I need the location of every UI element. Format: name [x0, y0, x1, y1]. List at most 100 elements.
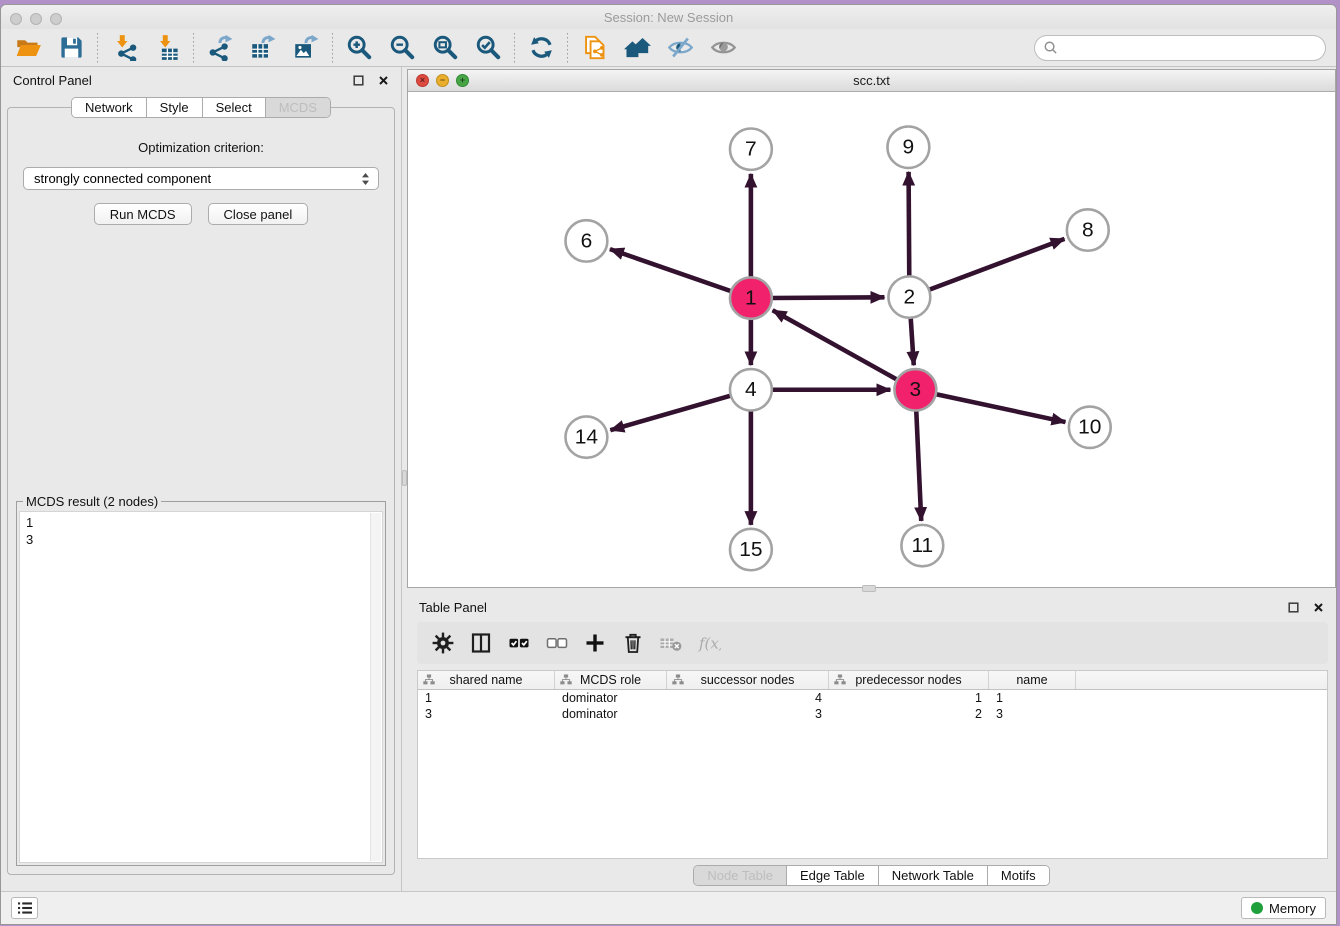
horizontal-splitter[interactable]	[407, 588, 1336, 594]
node-6[interactable]: 6	[565, 220, 607, 261]
node-7[interactable]: 7	[730, 128, 772, 169]
node-1[interactable]: 1	[730, 277, 772, 318]
table-cell[interactable]: 3	[418, 706, 555, 722]
node-10[interactable]: 10	[1069, 407, 1111, 448]
column-header-shared-name[interactable]: shared name	[418, 671, 555, 689]
table-cell[interactable]: 2	[829, 706, 989, 722]
tab-style[interactable]: Style	[147, 98, 203, 117]
zoom-selected-icon[interactable]	[471, 33, 505, 63]
node-11[interactable]: 11	[901, 525, 943, 566]
column-header-MCDS-role[interactable]: MCDS role	[555, 671, 667, 689]
column-header-predecessor-nodes[interactable]: predecessor nodes	[829, 671, 989, 689]
edge-1-6[interactable]	[610, 249, 733, 292]
home-layout-icon[interactable]	[620, 33, 654, 63]
maximize-network-button[interactable]: +	[456, 74, 469, 87]
close-panel-icon[interactable]	[378, 75, 389, 86]
maximize-window-button[interactable]	[50, 13, 62, 25]
save-session-icon[interactable]	[54, 33, 88, 63]
task-history-button[interactable]	[11, 897, 38, 919]
node-9[interactable]: 9	[887, 127, 929, 168]
criterion-select[interactable]: strongly connected component	[23, 167, 379, 190]
edge-2-8[interactable]	[927, 239, 1064, 291]
float-panel-icon[interactable]	[353, 75, 364, 86]
edge-3-11[interactable]	[916, 409, 921, 521]
export-image-icon[interactable]	[289, 33, 323, 63]
open-file-icon[interactable]	[11, 33, 45, 63]
duplicate-network-icon[interactable]	[577, 33, 611, 63]
zoom-out-icon[interactable]	[385, 33, 419, 63]
close-panel-button[interactable]: Close panel	[208, 203, 309, 225]
export-table-icon[interactable]	[246, 33, 280, 63]
tab-node-table[interactable]: Node Table	[694, 866, 787, 885]
node-4[interactable]: 4	[730, 369, 772, 410]
tab-motifs[interactable]: Motifs	[988, 866, 1049, 885]
table-cell[interactable]: 3	[989, 706, 1076, 722]
node-3[interactable]: 3	[894, 369, 936, 410]
close-window-button[interactable]	[10, 13, 22, 25]
column-header-name[interactable]: name	[989, 671, 1076, 689]
column-header-successor-nodes[interactable]: successor nodes	[667, 671, 829, 689]
search-input[interactable]	[1063, 40, 1317, 55]
tab-select[interactable]: Select	[203, 98, 266, 117]
tab-network-table[interactable]: Network Table	[879, 866, 988, 885]
node-15[interactable]: 15	[730, 529, 772, 570]
table-cell[interactable]: 4	[667, 690, 829, 706]
add-column-icon[interactable]	[581, 630, 608, 657]
horizontal-splitter-handle[interactable]	[862, 585, 876, 592]
close-table-panel-icon[interactable]	[1313, 602, 1324, 613]
export-network-icon[interactable]	[203, 33, 237, 63]
table-tabs: Node TableEdge TableNetwork TableMotifs	[693, 865, 1049, 886]
svg-text:8: 8	[1082, 219, 1094, 242]
svg-text:10: 10	[1078, 416, 1101, 439]
window-title: Session: New Session	[604, 10, 733, 25]
network-window-titlebar: × − + scc.txt	[408, 70, 1335, 92]
import-network-icon[interactable]	[107, 33, 141, 63]
edge-3-1[interactable]	[773, 310, 899, 380]
tab-network[interactable]: Network	[72, 98, 147, 117]
control-panel: Control Panel NetworkStyleSelectMCDS Opt…	[1, 67, 401, 891]
settings-gear-icon[interactable]	[429, 630, 456, 657]
search-field[interactable]	[1034, 35, 1326, 61]
node-2[interactable]: 2	[888, 276, 930, 317]
minimize-window-button[interactable]	[30, 13, 42, 25]
run-mcds-button[interactable]: Run MCDS	[94, 203, 192, 225]
select-all-columns-icon[interactable]	[505, 630, 532, 657]
unselect-all-columns-icon[interactable]	[543, 630, 570, 657]
import-table-icon[interactable]	[150, 33, 184, 63]
zoom-in-icon[interactable]	[342, 33, 376, 63]
table-row[interactable]: 3dominator323	[418, 706, 1327, 722]
tab-edge-table[interactable]: Edge Table	[787, 866, 879, 885]
table-cell[interactable]: dominator	[555, 706, 667, 722]
table-cell[interactable]: 1	[829, 690, 989, 706]
memory-button[interactable]: Memory	[1241, 897, 1326, 919]
float-table-panel-icon[interactable]	[1288, 602, 1299, 613]
mcds-result-values: 1 3	[20, 512, 382, 550]
refresh-icon[interactable]	[524, 33, 558, 63]
table-row[interactable]: 1dominator411	[418, 690, 1327, 706]
table-cell[interactable]: 3	[667, 706, 829, 722]
minimize-network-button[interactable]: −	[436, 74, 449, 87]
result-scrollbar[interactable]	[370, 513, 381, 861]
node-14[interactable]: 14	[565, 416, 607, 457]
node-8[interactable]: 8	[1067, 209, 1109, 250]
edge-3-10[interactable]	[934, 394, 1066, 422]
delete-column-icon[interactable]	[619, 630, 646, 657]
hide-details-icon[interactable]	[663, 33, 697, 63]
edge-4-14[interactable]	[610, 395, 732, 430]
table-cell[interactable]: 1	[989, 690, 1076, 706]
edge-2-3[interactable]	[911, 316, 914, 365]
tab-mcds[interactable]: MCDS	[266, 98, 330, 117]
zoom-fit-icon[interactable]	[428, 33, 462, 63]
network-canvas[interactable]: 1 2 3 4 6 7 8 9 10 11 14 15	[408, 92, 1335, 587]
memory-label: Memory	[1269, 901, 1316, 916]
edge-1-2[interactable]	[770, 297, 885, 298]
table-cell[interactable]: 1	[418, 690, 555, 706]
table-panel-title: Table Panel	[419, 600, 1274, 615]
table-panel-header: Table Panel	[407, 594, 1336, 620]
close-network-button[interactable]: ×	[416, 74, 429, 87]
show-details-icon[interactable]	[706, 33, 740, 63]
edge-2-9[interactable]	[909, 172, 910, 278]
mcds-result-box[interactable]: 1 3	[19, 511, 383, 863]
table-cell[interactable]: dominator	[555, 690, 667, 706]
split-view-icon[interactable]	[467, 630, 494, 657]
